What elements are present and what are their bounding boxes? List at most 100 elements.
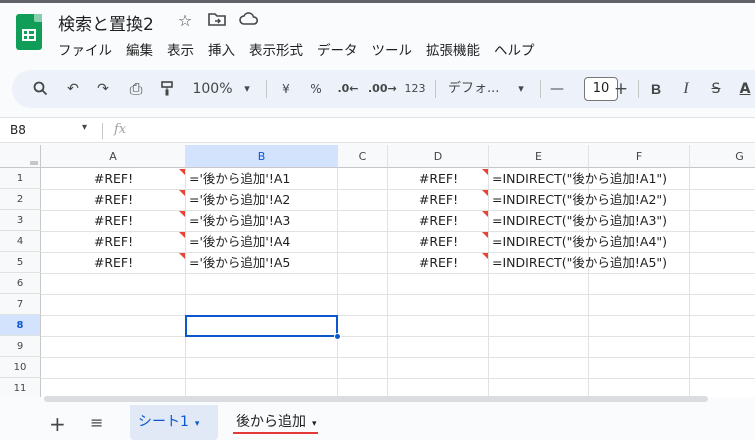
- gridline: [41, 273, 755, 274]
- column-header-a[interactable]: A: [41, 145, 186, 168]
- cell-e1[interactable]: =INDIRECT("後から追加!A1"): [492, 168, 692, 189]
- zoom-chevron-down-icon[interactable]: ▾: [240, 70, 254, 108]
- cell-a3[interactable]: #REF!: [41, 210, 186, 231]
- strikethrough-button[interactable]: S: [708, 70, 724, 108]
- gridline: [41, 336, 755, 337]
- cell-a5[interactable]: #REF!: [41, 252, 186, 273]
- undo-icon[interactable]: ↶: [63, 70, 83, 108]
- name-box-chevron-down-icon[interactable]: ▾: [82, 122, 87, 133]
- cell-a4[interactable]: #REF!: [41, 231, 186, 252]
- menu-edit[interactable]: 編集: [126, 39, 153, 59]
- error-marker: [482, 211, 488, 217]
- percent-format-button[interactable]: %: [308, 70, 324, 108]
- menu-data[interactable]: データ: [317, 39, 358, 59]
- name-box[interactable]: B8: [10, 123, 26, 137]
- add-sheet-button[interactable]: +: [49, 412, 66, 436]
- text-color-button[interactable]: A: [738, 70, 752, 108]
- menu-extensions[interactable]: 拡張機能: [426, 39, 480, 59]
- font-family-select[interactable]: デフォ...: [448, 70, 514, 108]
- cell-a2[interactable]: #REF!: [41, 189, 186, 210]
- cell-d4[interactable]: #REF!: [388, 231, 489, 252]
- cell-d5[interactable]: #REF!: [388, 252, 489, 273]
- select-all-corner[interactable]: [0, 145, 41, 168]
- font-chevron-down-icon[interactable]: ▾: [514, 70, 528, 108]
- cell-b3[interactable]: ='後から追加'!A3: [189, 210, 337, 231]
- gridline: [41, 357, 755, 358]
- fill-handle[interactable]: [334, 333, 341, 340]
- sheet-tab-label: 後から追加: [236, 414, 306, 430]
- row-header-8[interactable]: 8: [0, 315, 41, 336]
- cell-d1[interactable]: #REF!: [388, 168, 489, 189]
- horizontal-scrollbar[interactable]: [44, 396, 708, 402]
- sheets-logo-icon[interactable]: [16, 14, 42, 50]
- toolbar-divider: [266, 80, 267, 98]
- formula-bar-divider: [102, 123, 103, 139]
- window-top-strip: [0, 0, 755, 3]
- cell-e3[interactable]: =INDIRECT("後から追加!A3"): [492, 210, 692, 231]
- row-header-2[interactable]: 2: [0, 189, 41, 210]
- row-header-3[interactable]: 3: [0, 210, 41, 231]
- star-icon[interactable]: ☆: [175, 11, 195, 30]
- chevron-down-icon[interactable]: ▾: [312, 419, 317, 429]
- cell-b1[interactable]: ='後から追加'!A1: [189, 168, 337, 189]
- zoom-select[interactable]: 100%: [190, 70, 235, 108]
- currency-format-button[interactable]: ¥: [278, 70, 294, 108]
- cell-b2[interactable]: ='後から追加'!A2: [189, 189, 337, 210]
- fx-icon: fx: [114, 122, 127, 137]
- row-header-11[interactable]: 11: [0, 378, 41, 397]
- column-header-e[interactable]: E: [489, 145, 589, 168]
- column-header-b[interactable]: B: [186, 145, 338, 168]
- decrease-decimal-button[interactable]: .0←: [336, 70, 360, 108]
- italic-button[interactable]: I: [678, 70, 694, 108]
- title-icons: ☆: [175, 11, 259, 30]
- column-header-d[interactable]: D: [388, 145, 489, 168]
- row-header-4[interactable]: 4: [0, 231, 41, 252]
- redo-icon[interactable]: ↷: [93, 70, 113, 108]
- move-to-folder-icon[interactable]: [207, 11, 227, 30]
- cloud-status-icon[interactable]: [239, 11, 259, 30]
- column-header-c[interactable]: C: [338, 145, 388, 168]
- more-formats-button[interactable]: 123: [403, 70, 427, 108]
- spreadsheet-grid[interactable]: A B C D E F G 1 2 3 4 5 6 7 8 9 10 11 #R…: [0, 145, 755, 397]
- cell-e4[interactable]: =INDIRECT("後から追加!A4"): [492, 231, 692, 252]
- menu-insert[interactable]: 挿入: [208, 39, 235, 59]
- row-header-10[interactable]: 10: [0, 357, 41, 378]
- row-header-7[interactable]: 7: [0, 294, 41, 315]
- row-header-5[interactable]: 5: [0, 252, 41, 273]
- column-header-g[interactable]: G: [690, 145, 755, 168]
- increase-font-size-button[interactable]: +: [612, 70, 630, 108]
- menu-view[interactable]: 表示: [167, 39, 194, 59]
- print-icon[interactable]: ⎙: [125, 70, 147, 108]
- column-header-f[interactable]: F: [589, 145, 690, 168]
- row-header-9[interactable]: 9: [0, 336, 41, 357]
- cell-a1[interactable]: #REF!: [41, 168, 186, 189]
- sheet-tab-added-later[interactable]: 後から追加 ▾: [228, 405, 336, 440]
- increase-decimal-button[interactable]: .00→: [368, 70, 397, 108]
- row-header-6[interactable]: 6: [0, 273, 41, 294]
- cell-e5[interactable]: =INDIRECT("後から追加!A5"): [492, 252, 692, 273]
- error-marker: [179, 211, 185, 217]
- decrease-font-size-button[interactable]: —: [548, 70, 566, 108]
- error-marker: [482, 232, 488, 238]
- menu-help[interactable]: ヘルプ: [494, 39, 535, 59]
- paint-format-icon[interactable]: [157, 70, 177, 108]
- cell-d2[interactable]: #REF!: [388, 189, 489, 210]
- sheet-tab-sheet1[interactable]: シート1 ▾: [130, 405, 218, 440]
- bold-button[interactable]: B: [648, 70, 664, 108]
- row-header-1[interactable]: 1: [0, 168, 41, 189]
- all-sheets-menu-icon[interactable]: ≡: [90, 413, 103, 432]
- error-marker: [482, 169, 488, 175]
- cell-b4[interactable]: ='後から追加'!A4: [189, 231, 337, 252]
- cell-d3[interactable]: #REF!: [388, 210, 489, 231]
- document-title[interactable]: 検索と置換2: [58, 10, 154, 35]
- menu-format[interactable]: 表示形式: [249, 39, 303, 59]
- menu-tools[interactable]: ツール: [372, 39, 413, 59]
- search-menus-icon[interactable]: [30, 70, 50, 108]
- cell-e2[interactable]: =INDIRECT("後から追加!A2"): [492, 189, 692, 210]
- menu-file[interactable]: ファイル: [58, 39, 112, 59]
- top-bar: 検索と置換2 ☆ ファイル 編集 表示 挿入 表示形式 データ ツール 拡張機能…: [0, 0, 755, 68]
- toolbar-divider: [638, 80, 639, 98]
- chevron-down-icon[interactable]: ▾: [195, 419, 200, 429]
- active-cell-b8[interactable]: [185, 315, 338, 337]
- cell-b5[interactable]: ='後から追加'!A5: [189, 252, 337, 273]
